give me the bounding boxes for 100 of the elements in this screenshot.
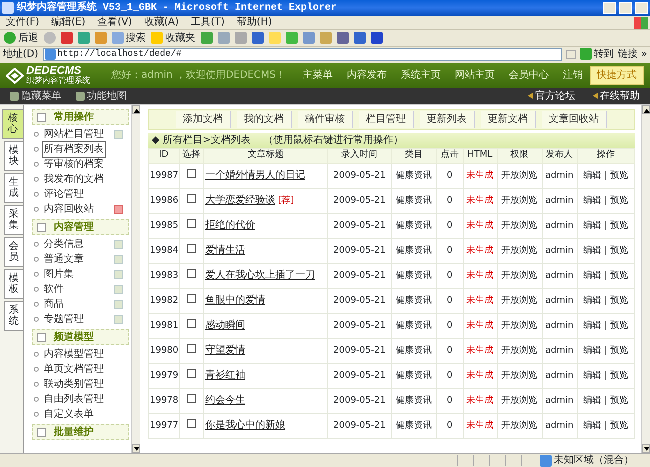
preview-link[interactable]: 预览 xyxy=(610,370,628,380)
subbar-link[interactable]: 在线帮助 xyxy=(590,88,640,104)
scrollbar[interactable] xyxy=(641,105,650,453)
section-header[interactable]: 常用操作 xyxy=(32,109,129,125)
title-link[interactable]: 拒绝的代价 xyxy=(205,220,256,230)
dropdown-button[interactable] xyxy=(566,50,576,58)
address-field[interactable]: http://localhost/dede/# xyxy=(42,48,562,60)
maximize-button[interactable] xyxy=(619,2,632,14)
sidebar-item[interactable]: 内容模型管理 xyxy=(42,346,106,363)
preview-link[interactable]: 预览 xyxy=(610,396,628,406)
edit-link[interactable]: 编辑 xyxy=(583,296,602,306)
back-button[interactable]: 后退 xyxy=(4,30,38,46)
preview-link[interactable]: 预览 xyxy=(610,296,628,306)
title-link[interactable]: 约会今生 xyxy=(205,394,246,406)
toolbar-button[interactable]: 栏目管理 xyxy=(359,111,414,128)
favorites-button[interactable]: 收藏夹 xyxy=(151,30,196,46)
sidebar-item[interactable]: 软件 xyxy=(42,281,66,298)
nav-link[interactable]: 系统主页 xyxy=(401,68,441,83)
subbar-link[interactable]: 官方论坛 xyxy=(525,88,576,104)
edit-link[interactable]: 编辑 xyxy=(583,420,602,430)
sidebar-item[interactable]: 等审核的档案 xyxy=(42,156,106,173)
sidebar-item[interactable]: 评论管理 xyxy=(42,186,86,203)
menu-item[interactable]: 编辑(E) xyxy=(52,15,86,30)
side-tab[interactable]: 模块 xyxy=(4,141,23,171)
toolbar-button[interactable]: 我的文档 xyxy=(237,111,292,128)
checkbox[interactable] xyxy=(187,244,196,253)
checkbox[interactable] xyxy=(187,219,196,228)
nav-link[interactable]: 内容发布 xyxy=(347,68,387,83)
menu-item[interactable]: 文件(F) xyxy=(6,15,40,30)
preview-link[interactable]: 预览 xyxy=(610,420,628,430)
edit-link[interactable]: 编辑 xyxy=(583,220,602,230)
subbar-link[interactable]: 功能地图 xyxy=(76,88,127,104)
search-button[interactable]: 搜索 xyxy=(112,30,146,46)
side-tab[interactable]: 采集 xyxy=(4,205,23,235)
links-button[interactable]: 链接 » xyxy=(618,46,648,62)
toolbar-button[interactable]: 稿件审核 xyxy=(298,111,353,128)
title-link[interactable]: 守望爱情 xyxy=(205,344,246,356)
sidebar-item[interactable]: 专题管理 xyxy=(42,311,86,328)
toolbar-button[interactable]: 更新列表 xyxy=(420,111,475,128)
sidebar-item[interactable]: 分类信息 xyxy=(42,236,86,253)
toolbar-button[interactable]: 添加文档 xyxy=(176,111,231,128)
sidebar-item[interactable]: 自由列表管理 xyxy=(42,391,106,408)
sidebar-item[interactable]: 联动类别管理 xyxy=(42,376,106,393)
side-tab[interactable]: 核心 xyxy=(2,109,23,139)
delete-icon[interactable] xyxy=(114,205,123,214)
section-header[interactable]: 频道模型 xyxy=(32,329,129,345)
minimize-button[interactable] xyxy=(603,2,616,14)
side-tab[interactable]: 生成 xyxy=(4,173,23,203)
edit-link[interactable]: 编辑 xyxy=(583,170,602,180)
menu-item[interactable]: 工具(T) xyxy=(191,15,225,30)
nav-link[interactable]: 会员中心 xyxy=(509,68,549,83)
toolbar-button[interactable]: 更新文档 xyxy=(481,111,536,128)
preview-link[interactable]: 预览 xyxy=(610,346,628,356)
edit-link[interactable]: 编辑 xyxy=(583,270,602,280)
checkbox[interactable] xyxy=(187,369,196,378)
nav-link[interactable]: 主菜单 xyxy=(303,68,333,83)
title-link[interactable]: 爱情生活 xyxy=(205,244,246,256)
edit-link[interactable]: 编辑 xyxy=(583,396,602,406)
sidebar-item[interactable]: 所有档案列表 xyxy=(42,141,106,158)
preview-link[interactable]: 预览 xyxy=(610,170,628,180)
sidebar-item[interactable]: 我发布的文档 xyxy=(42,171,106,188)
edit-link[interactable]: 编辑 xyxy=(583,320,602,330)
sidebar-item[interactable]: 网站栏目管理 xyxy=(42,126,106,143)
section-header[interactable]: 批量维护 xyxy=(32,424,129,440)
sidebar-item[interactable]: 自定义表单 xyxy=(42,406,96,423)
sidebar-item[interactable]: 内容回收站 xyxy=(42,201,96,218)
checkbox[interactable] xyxy=(187,319,196,328)
scrollbar[interactable] xyxy=(131,105,140,453)
edit-link[interactable]: 编辑 xyxy=(583,370,602,380)
checkbox[interactable] xyxy=(187,194,196,203)
checkbox[interactable] xyxy=(187,394,196,403)
sidebar-item[interactable]: 单页文档管理 xyxy=(42,361,106,378)
menu-item[interactable]: 帮助(H) xyxy=(236,15,272,30)
go-button[interactable]: 转到 xyxy=(580,46,614,62)
menu-item[interactable]: 收藏(A) xyxy=(144,15,179,30)
section-header[interactable]: 内容管理 xyxy=(32,219,129,235)
preview-link[interactable]: 预览 xyxy=(610,320,628,330)
title-link[interactable]: 大学恋爱经验谈 xyxy=(205,194,276,206)
preview-link[interactable]: 预览 xyxy=(610,220,628,230)
side-tab[interactable]: 系统 xyxy=(4,301,23,331)
edit-link[interactable]: 编辑 xyxy=(583,196,602,206)
nav-link[interactable]: 注销 xyxy=(563,68,583,83)
checkbox[interactable] xyxy=(187,269,196,278)
title-link[interactable]: 感动瞬间 xyxy=(205,320,246,330)
side-tab[interactable]: 模板 xyxy=(4,269,23,299)
sidebar-item[interactable]: 普通文章 xyxy=(42,251,86,268)
preview-link[interactable]: 预览 xyxy=(610,246,628,256)
edit-link[interactable]: 编辑 xyxy=(583,246,602,256)
close-button[interactable] xyxy=(635,2,648,14)
title-link[interactable]: 青衫红袖 xyxy=(205,370,246,380)
nav-link[interactable]: 网站主页 xyxy=(455,68,495,83)
sidebar-item[interactable]: 图片集 xyxy=(42,266,76,283)
preview-link[interactable]: 预览 xyxy=(610,270,628,280)
preview-link[interactable]: 预览 xyxy=(610,196,628,206)
sidebar-item[interactable]: 商品 xyxy=(42,296,66,313)
checkbox[interactable] xyxy=(187,294,196,303)
edit-link[interactable]: 编辑 xyxy=(583,346,602,356)
menu-item[interactable]: 查看(V) xyxy=(98,15,132,30)
add-icon[interactable] xyxy=(114,130,123,139)
checkbox[interactable] xyxy=(187,169,196,178)
